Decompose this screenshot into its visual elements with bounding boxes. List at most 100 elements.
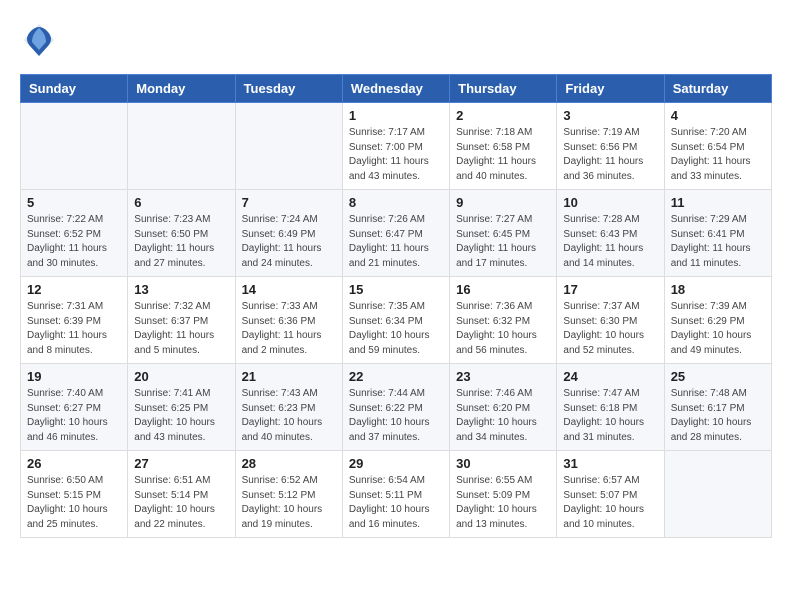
day-info: Sunrise: 7:23 AM Sunset: 6:50 PM Dayligh… bbox=[134, 213, 228, 271]
calendar-cell: 25 Sunrise: 7:48 AM Sunset: 6:17 PM Dayli… bbox=[664, 364, 771, 451]
day-info: Sunrise: 6:50 AM Sunset: 5:15 PM Dayligh… bbox=[27, 474, 121, 532]
day-number: 21 bbox=[242, 369, 336, 384]
day-info: Sunrise: 7:24 AM Sunset: 6:49 PM Dayligh… bbox=[242, 213, 336, 271]
calendar-cell: 8 Sunrise: 7:26 AM Sunset: 6:47 PM Daylig… bbox=[342, 190, 449, 277]
calendar-cell: 26 Sunrise: 6:50 AM Sunset: 5:15 PM Dayli… bbox=[21, 451, 128, 538]
day-of-week-header: Wednesday bbox=[342, 75, 449, 103]
calendar-week-row: 12 Sunrise: 7:31 AM Sunset: 6:39 PM Dayli… bbox=[21, 277, 772, 364]
logo-icon bbox=[20, 20, 58, 58]
day-info: Sunrise: 7:27 AM Sunset: 6:45 PM Dayligh… bbox=[456, 213, 550, 271]
calendar-cell: 3 Sunrise: 7:19 AM Sunset: 6:56 PM Daylig… bbox=[557, 103, 664, 190]
day-number: 26 bbox=[27, 456, 121, 471]
day-info: Sunrise: 7:22 AM Sunset: 6:52 PM Dayligh… bbox=[27, 213, 121, 271]
calendar-cell: 6 Sunrise: 7:23 AM Sunset: 6:50 PM Daylig… bbox=[128, 190, 235, 277]
day-number: 27 bbox=[134, 456, 228, 471]
day-info: Sunrise: 7:35 AM Sunset: 6:34 PM Dayligh… bbox=[349, 300, 443, 358]
day-number: 19 bbox=[27, 369, 121, 384]
day-number: 20 bbox=[134, 369, 228, 384]
day-info: Sunrise: 7:32 AM Sunset: 6:37 PM Dayligh… bbox=[134, 300, 228, 358]
calendar-cell: 14 Sunrise: 7:33 AM Sunset: 6:36 PM Dayli… bbox=[235, 277, 342, 364]
day-info: Sunrise: 7:18 AM Sunset: 6:58 PM Dayligh… bbox=[456, 126, 550, 184]
day-number: 4 bbox=[671, 108, 765, 123]
calendar: SundayMondayTuesdayWednesdayThursdayFrid… bbox=[20, 74, 772, 538]
day-info: Sunrise: 7:19 AM Sunset: 6:56 PM Dayligh… bbox=[563, 126, 657, 184]
calendar-cell: 16 Sunrise: 7:36 AM Sunset: 6:32 PM Dayli… bbox=[450, 277, 557, 364]
day-number: 5 bbox=[27, 195, 121, 210]
day-number: 24 bbox=[563, 369, 657, 384]
day-info: Sunrise: 7:28 AM Sunset: 6:43 PM Dayligh… bbox=[563, 213, 657, 271]
day-info: Sunrise: 7:39 AM Sunset: 6:29 PM Dayligh… bbox=[671, 300, 765, 358]
day-number: 11 bbox=[671, 195, 765, 210]
day-info: Sunrise: 6:52 AM Sunset: 5:12 PM Dayligh… bbox=[242, 474, 336, 532]
day-number: 17 bbox=[563, 282, 657, 297]
calendar-cell bbox=[664, 451, 771, 538]
calendar-cell: 10 Sunrise: 7:28 AM Sunset: 6:43 PM Dayli… bbox=[557, 190, 664, 277]
page-header bbox=[20, 20, 772, 58]
day-of-week-header: Thursday bbox=[450, 75, 557, 103]
day-number: 25 bbox=[671, 369, 765, 384]
day-info: Sunrise: 7:43 AM Sunset: 6:23 PM Dayligh… bbox=[242, 387, 336, 445]
day-number: 22 bbox=[349, 369, 443, 384]
day-number: 10 bbox=[563, 195, 657, 210]
day-number: 28 bbox=[242, 456, 336, 471]
day-number: 2 bbox=[456, 108, 550, 123]
calendar-cell: 17 Sunrise: 7:37 AM Sunset: 6:30 PM Dayli… bbox=[557, 277, 664, 364]
calendar-cell bbox=[21, 103, 128, 190]
day-number: 3 bbox=[563, 108, 657, 123]
day-info: Sunrise: 7:29 AM Sunset: 6:41 PM Dayligh… bbox=[671, 213, 765, 271]
calendar-cell: 4 Sunrise: 7:20 AM Sunset: 6:54 PM Daylig… bbox=[664, 103, 771, 190]
calendar-cell: 19 Sunrise: 7:40 AM Sunset: 6:27 PM Dayli… bbox=[21, 364, 128, 451]
calendar-week-row: 26 Sunrise: 6:50 AM Sunset: 5:15 PM Dayli… bbox=[21, 451, 772, 538]
day-number: 9 bbox=[456, 195, 550, 210]
calendar-week-row: 5 Sunrise: 7:22 AM Sunset: 6:52 PM Daylig… bbox=[21, 190, 772, 277]
calendar-cell: 7Sunrise: 7:24 AM Sunset: 6:49 PM Daylig… bbox=[235, 190, 342, 277]
day-info: Sunrise: 7:47 AM Sunset: 6:18 PM Dayligh… bbox=[563, 387, 657, 445]
calendar-cell: 9 Sunrise: 7:27 AM Sunset: 6:45 PM Daylig… bbox=[450, 190, 557, 277]
day-info: Sunrise: 6:54 AM Sunset: 5:11 PM Dayligh… bbox=[349, 474, 443, 532]
calendar-cell: 5 Sunrise: 7:22 AM Sunset: 6:52 PM Daylig… bbox=[21, 190, 128, 277]
day-info: Sunrise: 7:40 AM Sunset: 6:27 PM Dayligh… bbox=[27, 387, 121, 445]
calendar-cell: 1 Sunrise: 7:17 AM Sunset: 7:00 PM Daylig… bbox=[342, 103, 449, 190]
day-number: 29 bbox=[349, 456, 443, 471]
day-info: Sunrise: 6:55 AM Sunset: 5:09 PM Dayligh… bbox=[456, 474, 550, 532]
day-number: 6 bbox=[134, 195, 228, 210]
day-number: 30 bbox=[456, 456, 550, 471]
calendar-cell: 30 Sunrise: 6:55 AM Sunset: 5:09 PM Dayli… bbox=[450, 451, 557, 538]
day-of-week-header: Friday bbox=[557, 75, 664, 103]
calendar-header-row: SundayMondayTuesdayWednesdayThursdayFrid… bbox=[21, 75, 772, 103]
logo bbox=[20, 20, 62, 58]
day-info: Sunrise: 6:51 AM Sunset: 5:14 PM Dayligh… bbox=[134, 474, 228, 532]
day-info: Sunrise: 7:26 AM Sunset: 6:47 PM Dayligh… bbox=[349, 213, 443, 271]
day-of-week-header: Saturday bbox=[664, 75, 771, 103]
calendar-cell: 24 Sunrise: 7:47 AM Sunset: 6:18 PM Dayli… bbox=[557, 364, 664, 451]
calendar-cell: 23Sunrise: 7:46 AM Sunset: 6:20 PM Dayli… bbox=[450, 364, 557, 451]
day-number: 18 bbox=[671, 282, 765, 297]
day-number: 12 bbox=[27, 282, 121, 297]
calendar-cell: 2 Sunrise: 7:18 AM Sunset: 6:58 PM Daylig… bbox=[450, 103, 557, 190]
day-info: Sunrise: 7:36 AM Sunset: 6:32 PM Dayligh… bbox=[456, 300, 550, 358]
day-number: 16 bbox=[456, 282, 550, 297]
calendar-cell bbox=[235, 103, 342, 190]
day-number: 8 bbox=[349, 195, 443, 210]
day-of-week-header: Monday bbox=[128, 75, 235, 103]
day-info: Sunrise: 7:41 AM Sunset: 6:25 PM Dayligh… bbox=[134, 387, 228, 445]
calendar-cell: 20 Sunrise: 7:41 AM Sunset: 6:25 PM Dayli… bbox=[128, 364, 235, 451]
day-info: Sunrise: 7:20 AM Sunset: 6:54 PM Dayligh… bbox=[671, 126, 765, 184]
day-info: Sunrise: 7:37 AM Sunset: 6:30 PM Dayligh… bbox=[563, 300, 657, 358]
day-info: Sunrise: 7:31 AM Sunset: 6:39 PM Dayligh… bbox=[27, 300, 121, 358]
day-number: 13 bbox=[134, 282, 228, 297]
day-info: Sunrise: 6:57 AM Sunset: 5:07 PM Dayligh… bbox=[563, 474, 657, 532]
day-info: Sunrise: 7:48 AM Sunset: 6:17 PM Dayligh… bbox=[671, 387, 765, 445]
day-number: 14 bbox=[242, 282, 336, 297]
calendar-cell: 28 Sunrise: 6:52 AM Sunset: 5:12 PM Dayli… bbox=[235, 451, 342, 538]
calendar-cell: 31 Sunrise: 6:57 AM Sunset: 5:07 PM Dayli… bbox=[557, 451, 664, 538]
calendar-cell: 11 Sunrise: 7:29 AM Sunset: 6:41 PM Dayli… bbox=[664, 190, 771, 277]
day-number: 1 bbox=[349, 108, 443, 123]
calendar-week-row: 1 Sunrise: 7:17 AM Sunset: 7:00 PM Daylig… bbox=[21, 103, 772, 190]
day-info: Sunrise: 7:17 AM Sunset: 7:00 PM Dayligh… bbox=[349, 126, 443, 184]
day-number: 31 bbox=[563, 456, 657, 471]
calendar-week-row: 19 Sunrise: 7:40 AM Sunset: 6:27 PM Dayli… bbox=[21, 364, 772, 451]
calendar-cell: 29 Sunrise: 6:54 AM Sunset: 5:11 PM Dayli… bbox=[342, 451, 449, 538]
day-info: Sunrise: 7:33 AM Sunset: 6:36 PM Dayligh… bbox=[242, 300, 336, 358]
calendar-cell: 18 Sunrise: 7:39 AM Sunset: 6:29 PM Dayli… bbox=[664, 277, 771, 364]
